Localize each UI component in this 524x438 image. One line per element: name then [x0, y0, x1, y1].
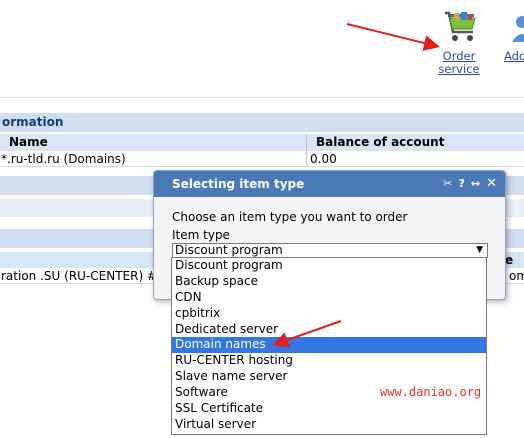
row-name: *.ru-tld.ru (Domains)	[1, 152, 126, 166]
option-cpbitrix[interactable]: cpbitrix	[172, 306, 486, 322]
close-icon[interactable]: ✕	[486, 171, 497, 197]
item-type-selected-value: Discount program	[175, 243, 283, 257]
option-ru-center-hosting[interactable]: RU-CENTER hosting	[172, 353, 486, 369]
add-button[interactable]: Add	[500, 10, 524, 63]
add-label[interactable]: Add	[500, 50, 524, 63]
dialog-controls: ✂ ? ↔ ✕	[443, 171, 497, 197]
section-title: ormation	[2, 115, 64, 129]
order-service-button[interactable]: Order service	[429, 10, 489, 76]
option-virtual-server[interactable]: Virtual server	[172, 417, 486, 433]
dialog-title: Selecting item type	[172, 177, 305, 191]
resize-icon[interactable]: ↔	[471, 171, 480, 197]
option-backup-space[interactable]: Backup space	[172, 274, 486, 290]
option-domain-names[interactable]: Domain names	[172, 337, 486, 354]
partial-header: e	[505, 253, 514, 267]
shopping-cart-icon	[445, 11, 476, 41]
col-name-header: Name	[9, 135, 48, 149]
chevron-down-icon[interactable]: ▼	[476, 244, 483, 257]
pin-icon[interactable]: ✂	[443, 171, 452, 197]
dialog-prompt: Choose an item type you want to order	[172, 210, 408, 224]
col-balance-header: Balance of account	[316, 135, 445, 149]
dialog-title-bar[interactable]: Selecting item type ✂ ? ↔ ✕	[154, 171, 505, 197]
toolbar-divider	[0, 97, 524, 98]
row-balance: 0.00	[310, 152, 337, 166]
option-slave-name-server[interactable]: Slave name server	[172, 369, 486, 385]
arrow-to-order-service	[346, 23, 440, 51]
add-user-icon	[512, 16, 524, 42]
option-ssl-certificate[interactable]: SSL Certificate	[172, 401, 486, 417]
order-service-label-2[interactable]: service	[429, 63, 489, 76]
option-cdn[interactable]: CDN	[172, 290, 486, 306]
watermark-text: www.daniao.org	[380, 385, 482, 399]
section-header: ormation	[0, 113, 524, 132]
table-row[interactable]: *.ru-tld.ru (Domains) 0.00	[0, 151, 524, 167]
table-header: Name Balance of account	[0, 134, 524, 151]
row-partial-right: om	[509, 269, 524, 283]
item-type-select[interactable]: Discount program ▼	[172, 243, 488, 258]
item-type-dropdown[interactable]: Discount program Backup space CDN cpbitr…	[171, 257, 487, 435]
help-icon[interactable]: ?	[458, 171, 464, 197]
option-discount-program[interactable]: Discount program	[172, 258, 486, 274]
row-partial-name: ration .SU (RU-CENTER) #	[1, 269, 157, 283]
option-dedicated-server[interactable]: Dedicated server	[172, 322, 486, 338]
item-type-label: Item type	[172, 228, 230, 242]
